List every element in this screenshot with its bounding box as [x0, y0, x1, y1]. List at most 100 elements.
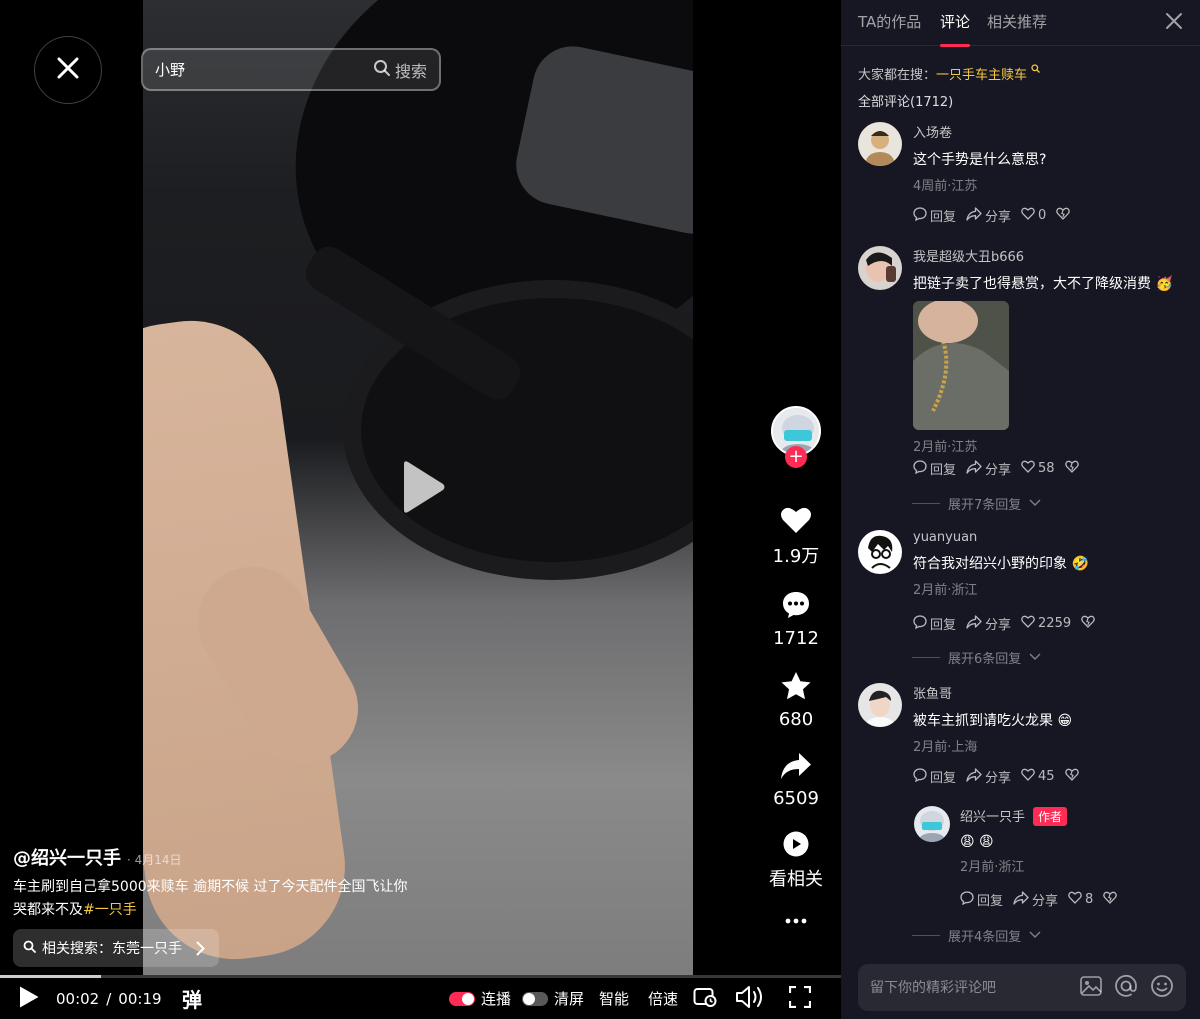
clear-screen-toggle[interactable]: 清屏	[522, 978, 584, 1019]
more-button[interactable]	[766, 909, 826, 928]
comment-like-count: 2259	[1038, 616, 1072, 631]
clear-screen-label: 清屏	[554, 990, 585, 1008]
trending-term-link[interactable]: 一只手车主赎车	[936, 68, 1027, 83]
tab-comments[interactable]: 评论	[940, 11, 970, 32]
search-button[interactable]: 搜索	[373, 58, 427, 82]
fullscreen-button[interactable]	[788, 978, 812, 1019]
avatar[interactable]	[858, 530, 902, 574]
related-search-label: 相关搜索：东莞一只手	[42, 941, 182, 957]
comment-button[interactable]: 1712	[766, 590, 826, 649]
avatar[interactable]	[858, 122, 902, 166]
favorite-count: 680	[778, 709, 814, 730]
like-comment-button[interactable]: 2259	[1021, 615, 1071, 632]
like-comment-button[interactable]: 0	[1021, 207, 1046, 224]
play-overlay-button[interactable]	[400, 460, 446, 518]
expand-replies-button[interactable]: 展开6条回复	[912, 648, 1041, 667]
dislike-comment-button[interactable]	[1103, 891, 1118, 908]
share-comment-button[interactable]: 分享	[966, 459, 1011, 478]
share-comment-button[interactable]: 分享	[966, 206, 1011, 225]
avatar[interactable]	[858, 246, 902, 290]
volume-button[interactable]	[735, 978, 765, 1019]
author-name-link[interactable]: @绍兴一只手	[13, 844, 121, 870]
dislike-comment-button[interactable]	[1064, 460, 1079, 477]
emoji: 🤣	[1071, 556, 1089, 572]
tab-works[interactable]: TA的作品	[858, 11, 921, 32]
close-panel-button[interactable]	[1165, 12, 1183, 34]
comment-text: 符合我对绍兴小野的印象 🤣	[913, 553, 1188, 573]
expand-replies-button[interactable]: 展开7条回复	[912, 494, 1041, 513]
emoji-icon	[1150, 974, 1174, 1002]
like-button[interactable]: 1.9万	[766, 506, 826, 568]
related-search-button[interactable]: 相关搜索：东莞一只手	[13, 929, 219, 967]
pip-button[interactable]	[693, 978, 717, 1019]
action-column: + 1.9万 1712 680 6509 看相关	[766, 406, 826, 928]
current-time: 00:02	[56, 989, 100, 1008]
description-text: 车主刷到自己拿5000来赎车 逾期不候 过了今天配件全国飞让你哭都来不及	[13, 879, 408, 918]
comment-text: 把链子卖了也得悬赏，大不了降级消费 🥳	[913, 273, 1188, 293]
comment-body: 我是超级大丑b666 把链子卖了也得悬赏，大不了降级消费 🥳 2月前·江苏 回复…	[913, 246, 1188, 478]
reply-username[interactable]: 绍兴一只手	[960, 810, 1025, 825]
heart-icon	[1021, 207, 1035, 224]
speed-button[interactable]: 倍速	[648, 978, 678, 1019]
comment-username[interactable]: 入场卷	[913, 122, 1188, 141]
dislike-comment-button[interactable]	[1056, 207, 1071, 224]
avatar[interactable]	[914, 806, 950, 842]
comment-actions: 回复 分享 2259	[913, 614, 1095, 633]
follow-button[interactable]: +	[785, 446, 807, 468]
like-comment-button[interactable]: 45	[1021, 768, 1055, 785]
panel-tabs: TA的作品 评论 相关推荐	[841, 0, 1200, 47]
share-label: 分享	[985, 618, 1012, 633]
share-comment-button[interactable]: 分享	[966, 767, 1011, 786]
like-comment-button[interactable]: 8	[1068, 891, 1093, 908]
autoplay-toggle[interactable]: 连播	[449, 978, 511, 1019]
trending-prefix: 大家都在搜：	[858, 68, 937, 83]
avatar[interactable]	[858, 683, 902, 727]
search-input[interactable]	[155, 60, 373, 79]
close-video-button[interactable]	[34, 36, 102, 104]
related-videos-button[interactable]: 看相关	[766, 831, 826, 891]
share-comment-button[interactable]: 分享	[1013, 890, 1058, 909]
comment-body: 入场卷 这个手势是什么意思? 4周前·江苏 回复 分享 0	[913, 122, 1188, 225]
share-icon	[966, 767, 982, 786]
smart-button[interactable]: 智能	[599, 978, 629, 1019]
expand-replies-button[interactable]: 展开4条回复	[912, 926, 1041, 945]
comment-count: 1712	[773, 628, 819, 649]
reply-button[interactable]: 回复	[913, 767, 956, 786]
image-upload-button[interactable]	[1080, 975, 1102, 1000]
share-icon	[966, 459, 982, 478]
favorite-button[interactable]: 680	[766, 671, 826, 730]
expand-replies-label: 展开7条回复	[948, 498, 1022, 513]
comment-image[interactable]	[913, 301, 1009, 430]
share-label: 分享	[985, 771, 1012, 786]
hashtag-link[interactable]: #一只手	[83, 902, 137, 918]
reply-like-count: 8	[1085, 892, 1094, 907]
mention-button[interactable]	[1114, 974, 1138, 1002]
comment-like-count: 0	[1038, 208, 1047, 223]
autoplay-label: 连播	[481, 990, 512, 1008]
share-label: 分享	[985, 210, 1012, 225]
comment-username[interactable]: 我是超级大丑b666	[913, 246, 1188, 265]
comment-username[interactable]: yuanyuan	[913, 530, 1188, 545]
comment-meta: 4周前·江苏	[913, 179, 978, 194]
broken-heart-icon	[1056, 207, 1071, 224]
reply-button[interactable]: 回复	[913, 206, 956, 225]
comment-input[interactable]	[870, 979, 1068, 996]
dislike-comment-button[interactable]	[1064, 768, 1079, 785]
comment-meta: 2月前·上海	[913, 740, 978, 755]
share-icon	[966, 614, 982, 633]
reply-label: 回复	[977, 894, 1004, 909]
share-button[interactable]: 6509	[766, 752, 826, 809]
share-comment-button[interactable]: 分享	[966, 614, 1011, 633]
dislike-comment-button[interactable]	[1081, 615, 1095, 632]
play-button[interactable]	[18, 978, 40, 1019]
reply-button[interactable]: 回复	[913, 614, 956, 633]
comment-username[interactable]: 张鱼哥	[913, 683, 1188, 702]
danmaku-toggle[interactable]: 弹	[182, 978, 202, 1019]
comment-icon	[913, 767, 927, 786]
reply-button[interactable]: 回复	[960, 890, 1003, 909]
like-comment-button[interactable]: 58	[1021, 460, 1055, 477]
tab-related[interactable]: 相关推荐	[987, 11, 1047, 32]
reply-button[interactable]: 回复	[913, 459, 956, 478]
emoji-picker-button[interactable]	[1150, 974, 1174, 1002]
comment-text: 这个手势是什么意思?	[913, 152, 1047, 168]
